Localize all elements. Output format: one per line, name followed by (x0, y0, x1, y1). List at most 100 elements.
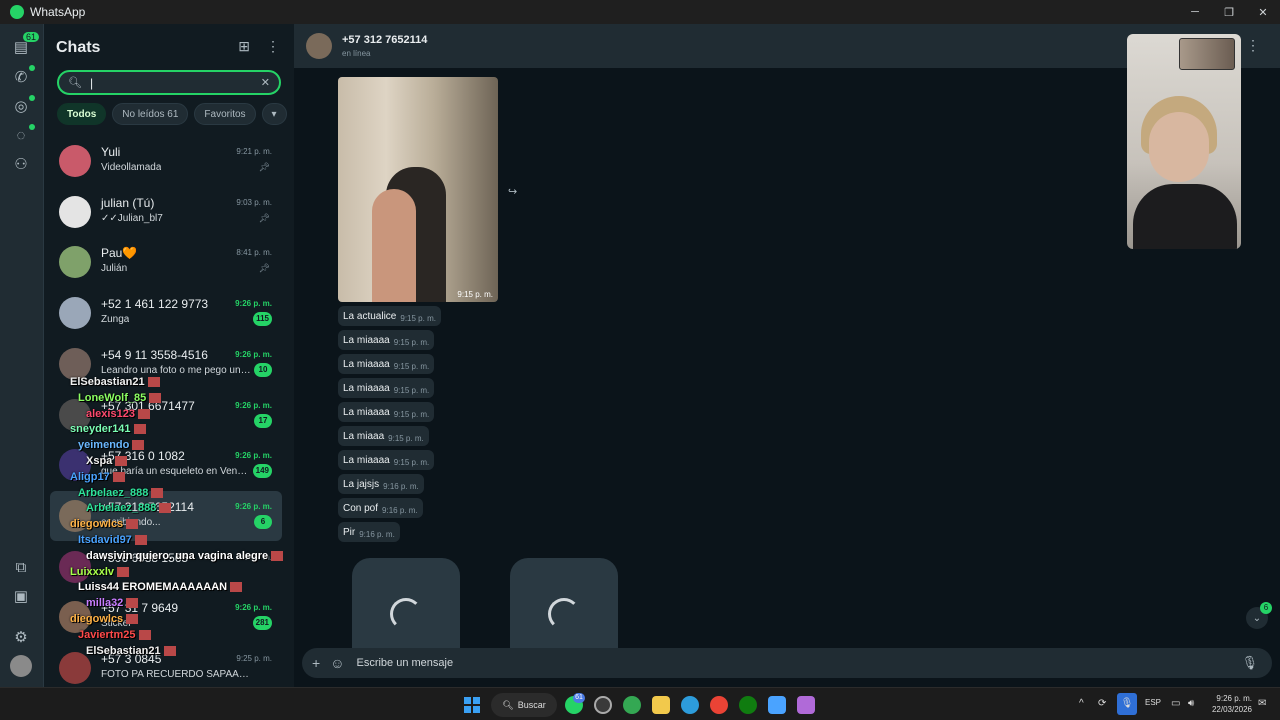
contact-name: +57 312 7652114 (342, 34, 428, 46)
start-button[interactable] (464, 697, 480, 713)
new-chat-icon[interactable]: ⊞ (238, 38, 250, 55)
chrome-profile-icon[interactable] (623, 696, 641, 714)
message-time: 9:15 p. m. (393, 409, 430, 419)
more-menu-icon[interactable]: ⋮ (266, 38, 280, 55)
chat-row[interactable]: Pau🧡 Julián 8:41 p. m. 📌︎ (50, 237, 282, 287)
chat-preview: escribiendo... (101, 516, 161, 528)
filter-chips: Todos No leídos 61 Favoritos ▾ (57, 103, 287, 125)
message-time: 9:15 p. m. (393, 361, 430, 371)
emoji-icon[interactable]: ☺ (330, 655, 344, 671)
message-text: La miaaa (343, 430, 385, 442)
message-bubble[interactable]: La miaaaa 9:15 p. m. (338, 378, 435, 398)
tray-sync-icon[interactable]: ⟳ (1098, 698, 1106, 709)
forward-icon[interactable]: ↪ (508, 185, 517, 198)
chat-time: 9:26 p. m. (235, 299, 272, 309)
message-input[interactable] (356, 657, 1177, 669)
filter-more[interactable]: ▾ (261, 103, 287, 125)
chat-row[interactable]: +57 316 0 1082 que haría un esqueleto en … (50, 440, 282, 490)
chat-row[interactable]: +57 301 6671477 9:26 p. m. 17 (50, 390, 282, 440)
chat-row[interactable]: +506 6088 1565 9:26 p. m. (50, 542, 282, 592)
taskbar-clock[interactable]: 9:26 p. m. 22/03/2026 (1212, 693, 1252, 715)
image-message[interactable]: 9:15 p. m. (338, 77, 498, 302)
message-bubble[interactable]: La miaaa 9:15 p. m. (338, 426, 429, 446)
conversation-menu-icon[interactable]: ⋮ (1246, 37, 1260, 54)
maximize-icon[interactable]: ❐ (1212, 0, 1246, 24)
unread-count: 149 (252, 464, 272, 479)
close-icon[interactable]: ✕ (1246, 0, 1280, 24)
pin-icon: 📌︎ (258, 162, 270, 172)
meta-ai-icon[interactable]: ⧉ (10, 556, 32, 578)
communities-icon[interactable]: ⚇ (10, 153, 32, 175)
message-bubble[interactable]: Pir 9:16 p. m. (338, 522, 400, 542)
language-indicator[interactable]: ESP (1145, 698, 1161, 707)
xbox-icon[interactable] (739, 696, 757, 714)
search-icon: 🔍︎ (502, 699, 514, 710)
clear-search-icon[interactable]: ✕ (261, 76, 270, 89)
chat-name: Yuli (101, 145, 121, 159)
message-bubble[interactable]: La jajsjs 9:16 p. m. (338, 474, 424, 494)
chrome-icon[interactable] (710, 696, 728, 714)
message-bubble[interactable]: Con pof 9:16 p. m. (338, 498, 423, 518)
whatsapp-taskbar-badge: 61 (573, 693, 585, 703)
chat-row[interactable]: julian (Tú) ✓✓Julian_bl7 9:03 p. m. 📌︎ (50, 187, 282, 237)
loading-media[interactable] (510, 558, 618, 648)
chat-row[interactable]: +54 9 11 3558-4516 Leandro una foto o me … (50, 339, 282, 389)
chat-row[interactable]: +52 1 461 122 9773 Zunga 9:26 p. m. 115 (50, 288, 282, 338)
message-composer: + ☺ 🎙︎ (302, 648, 1272, 678)
search-box[interactable]: 🔍︎ ✕ (57, 70, 281, 95)
microphone-icon[interactable]: 🎙︎ (1241, 655, 1258, 671)
loading-media[interactable] (352, 558, 460, 648)
taskbar-search[interactable]: 🔍︎ Buscar (491, 693, 557, 717)
profile-avatar[interactable] (10, 655, 32, 677)
message-bubble[interactable]: La miaaaa 9:15 p. m. (338, 402, 435, 422)
pin-icon: 📌︎ (258, 263, 270, 274)
contact-avatar[interactable] (306, 33, 332, 59)
file-explorer-icon[interactable] (652, 696, 670, 714)
title-bar: WhatsApp ─ ❐ ✕ (0, 0, 1280, 24)
minimize-icon[interactable]: ─ (1178, 0, 1212, 24)
message-bubble[interactable]: La miaaaa 9:15 p. m. (338, 354, 435, 374)
chat-preview: Leandro una foto o me pego un tiro (101, 364, 251, 376)
channels-dot (29, 124, 35, 130)
filter-unread[interactable]: No leídos 61 (112, 103, 189, 125)
chat-preview: ✓✓Julian_bl7 (101, 212, 163, 224)
network-icon[interactable]: ▭ (1171, 698, 1180, 709)
microphone-tray-icon[interactable]: 🎙︎ (1117, 693, 1137, 715)
message-bubble[interactable]: La miaaaa 9:15 p. m. (338, 330, 435, 350)
chat-row[interactable]: +57 31 7 9649 Sticker 9:26 p. m. 281 (50, 592, 282, 642)
copilot-icon[interactable] (797, 696, 815, 714)
chat-name: +57 316 0 1082 (101, 449, 185, 464)
photos-icon[interactable] (768, 696, 786, 714)
message-text: La miaaaa (343, 454, 390, 466)
tray-chevron-icon[interactable]: ^ (1079, 698, 1084, 709)
volume-icon[interactable]: 🔊︎ (1188, 698, 1194, 709)
filter-favorites[interactable]: Favoritos (194, 103, 256, 125)
edge-icon[interactable] (681, 696, 699, 714)
search-input[interactable] (89, 75, 250, 90)
message-text: La actualice (343, 310, 397, 322)
message-time: 9:15 p. m. (388, 433, 424, 443)
self-view-thumbnail[interactable] (1179, 38, 1235, 70)
video-call-window[interactable] (1127, 34, 1241, 249)
chat-row[interactable]: +57 3 0845 FOTO PA RECUERDO SAPAAAA, ... 9… (50, 643, 282, 693)
message-bubble[interactable]: La miaaaa 9:15 p. m. (338, 450, 435, 470)
chat-row[interactable]: Yuli Videollamada 9:21 p. m. 📌︎ (50, 136, 282, 186)
message-text: La miaaaa (343, 334, 390, 346)
chat-time: 9:25 p. m. (236, 654, 272, 663)
media-icon[interactable]: ▣ (10, 585, 32, 607)
chat-preview: FOTO PA RECUERDO SAPAAAA, ... (101, 669, 251, 680)
chat-row[interactable]: +57 312 7652114 escribiendo... 9:26 p. m. 6 (50, 490, 282, 541)
app-icon[interactable] (594, 696, 612, 714)
notifications-icon[interactable]: ✉ (1258, 698, 1266, 709)
filter-all[interactable]: Todos (57, 103, 107, 125)
photo-figure (372, 189, 416, 302)
video-person (1149, 112, 1209, 182)
message-bubble[interactable]: La actualice 9:15 p. m. (338, 306, 441, 326)
taskbar-search-label: Buscar (517, 700, 546, 710)
chat-preview: que haría un esqueleto en Venezu... (101, 466, 251, 478)
loading-spinner-icon (390, 598, 422, 630)
attach-icon[interactable]: + (312, 655, 320, 671)
chat-name: +57 301 6671477 (101, 398, 195, 413)
settings-icon[interactable]: ⚙ (10, 626, 32, 648)
chat-list-actions: ⊞ ⋮ (238, 38, 280, 55)
